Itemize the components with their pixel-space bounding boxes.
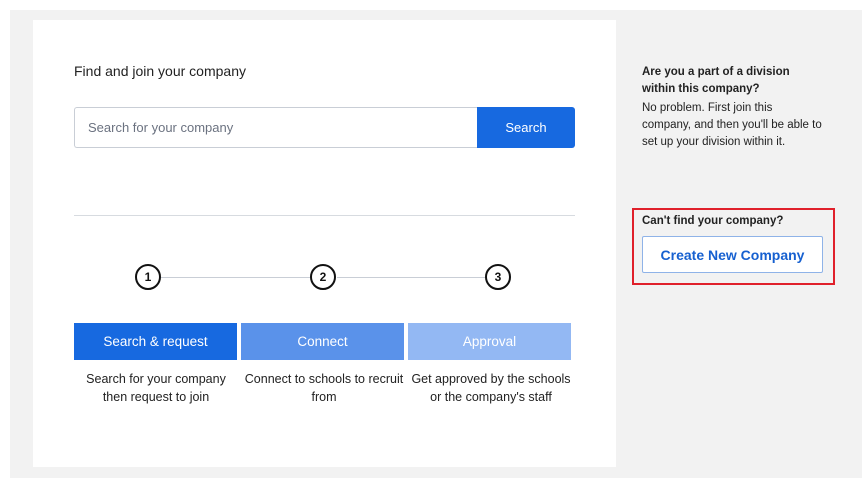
section-divider bbox=[74, 215, 575, 216]
step-connector-2-3 bbox=[337, 277, 485, 278]
page-title: Find and join your company bbox=[74, 63, 246, 79]
search-button[interactable]: Search bbox=[477, 107, 575, 148]
cant-find-label: Can't find your company? bbox=[642, 215, 784, 227]
company-search-input[interactable] bbox=[74, 107, 477, 148]
step-2-number-icon: 2 bbox=[310, 264, 336, 290]
step-connector-1-2 bbox=[161, 277, 310, 278]
step-2-connect: Connect bbox=[241, 323, 404, 360]
step-2-description: Connect to schools to recruit from bbox=[244, 372, 404, 404]
create-new-company-button[interactable]: Create New Company bbox=[642, 236, 823, 273]
step-3-approval: Approval bbox=[408, 323, 571, 360]
division-text: No problem. First join this company, and… bbox=[642, 102, 822, 148]
step-3-number-icon: 3 bbox=[485, 264, 511, 290]
step-1-description: Search for your company then request to … bbox=[86, 372, 226, 404]
division-title: Are you a part of a division within this… bbox=[642, 66, 790, 95]
company-search-bar: Search bbox=[74, 107, 575, 148]
step-1-number-icon: 1 bbox=[135, 264, 161, 290]
division-info: Are you a part of a division within this… bbox=[642, 64, 822, 151]
step-1-search-request: Search & request bbox=[74, 323, 237, 360]
step-3-description: Get approved by the schools or the compa… bbox=[411, 372, 571, 404]
